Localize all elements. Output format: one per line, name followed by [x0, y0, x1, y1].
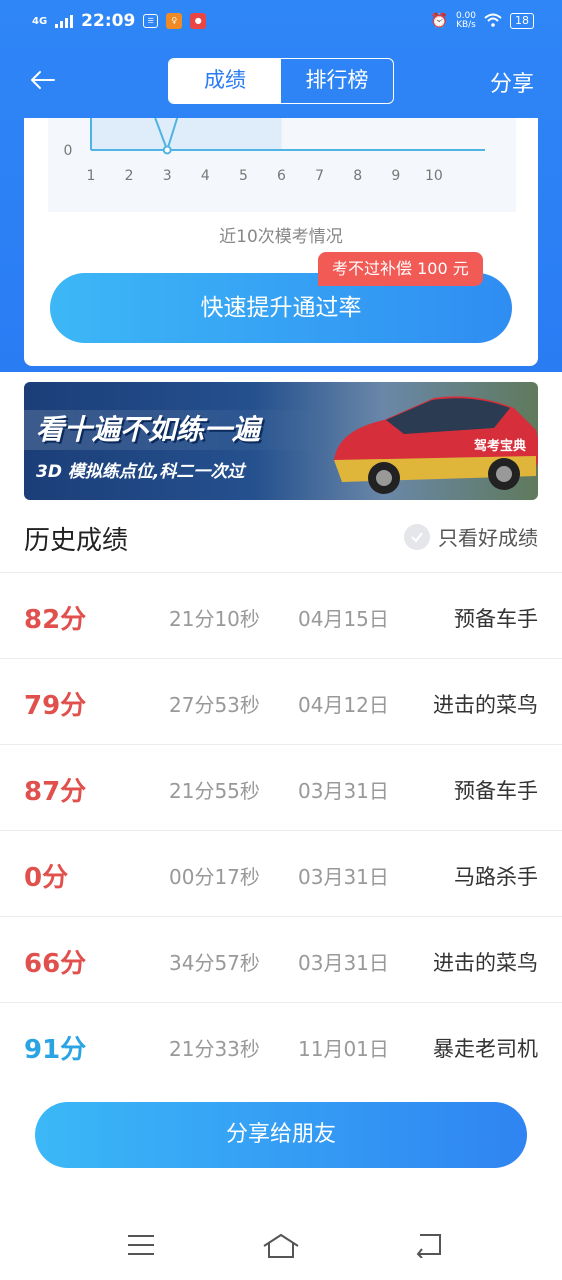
promo-banner[interactable]: 看十遍不如练一遍 3D 模拟练点位,科二一次过 驾考宝典 [24, 382, 538, 500]
chart-xtick-label: 10 [425, 168, 443, 184]
wifi-icon [484, 13, 502, 30]
history-rank-title: 预备车手 [454, 607, 538, 631]
history-date: 04月15日 [298, 607, 389, 631]
chart-ytick-label: 0 [64, 143, 73, 159]
app-notification-icon: ● [190, 13, 207, 29]
tab-leaderboard[interactable]: 排行榜 [281, 59, 393, 103]
history-date: 03月31日 [298, 779, 389, 803]
history-score: 91分 [24, 1035, 87, 1065]
chart-xtick-label: 7 [315, 168, 324, 184]
car-door-text: 驾考宝典 [474, 438, 526, 454]
history-duration: 00分17秒 [169, 865, 260, 889]
score-chart: 01 2 3 4 5 6 7 8 9 10 [48, 118, 516, 212]
history-score: 87分 [24, 777, 87, 807]
chart-xtick-label: 1 [87, 168, 96, 184]
history-rank-title: 进击的菜鸟 [433, 693, 538, 717]
home-icon[interactable] [262, 1232, 300, 1260]
tab-score[interactable]: 成绩 [169, 59, 281, 103]
network-speed-unit: KB/s [456, 20, 476, 30]
history-rank-title: 暴走老司机 [433, 1037, 538, 1061]
good-score-filter[interactable]: 只看好成绩 [404, 522, 538, 551]
good-score-filter-label: 只看好成绩 [438, 526, 538, 550]
banner-headline: 看十遍不如练一遍 [36, 413, 261, 446]
history-row[interactable]: 91分 21分33秒 11月01日 暴走老司机 [0, 1002, 562, 1088]
status-time: 22:09 [81, 11, 136, 31]
alarm-icon: ⏰ [430, 13, 448, 29]
history-rank-title: 预备车手 [454, 779, 538, 803]
history-row[interactable]: 82分 21分10秒 04月15日 预备车手 [0, 572, 562, 658]
signal-icon [55, 14, 74, 28]
history-duration: 27分53秒 [169, 693, 260, 717]
chart-xtick-label: 4 [201, 168, 210, 184]
back-arrow-icon[interactable] [28, 64, 60, 96]
history-duration: 21分10秒 [169, 607, 260, 631]
history-row[interactable]: 0分 00分17秒 03月31日 马路杀手 [0, 830, 562, 916]
back-nav-icon[interactable] [414, 1232, 444, 1258]
car-illustration: 驾考宝典 [334, 396, 538, 494]
chart-shaded-area [91, 118, 282, 150]
nav-bar: 成绩 排行榜 分享 [0, 56, 562, 106]
status-bar: 4G 22:09 ☰ ♀ ● ⏰ 0.00 KB/s 18 [0, 0, 562, 44]
chart-xtick-label: 6 [277, 168, 286, 184]
score-card: 0 1 2 3 4 5 6 7 8 9 10 近10次模考情况 快速提升通过率 考不过补偿 100 … [24, 118, 538, 366]
history-date: 11月01日 [298, 1037, 389, 1061]
history-duration: 21分55秒 [169, 779, 260, 803]
history-row[interactable]: 79分 27分53秒 04月12日 进击的菜鸟 [0, 658, 562, 744]
menu-icon[interactable] [126, 1232, 156, 1258]
history-score: 66分 [24, 949, 87, 979]
history-row[interactable]: 87分 21分55秒 03月31日 预备车手 [0, 744, 562, 830]
share-link[interactable]: 分享 [490, 66, 534, 98]
chart-xtick-label: 8 [353, 168, 362, 184]
network-type: 4G [32, 15, 48, 27]
chart-xtick-label: 9 [391, 168, 400, 184]
history-date: 04月12日 [298, 693, 389, 717]
app-notification-icon: ♀ [166, 13, 183, 29]
history-row[interactable]: 66分 34分57秒 03月31日 进击的菜鸟 [0, 916, 562, 1002]
history-list: 82分 21分10秒 04月15日 预备车手 79分 27分53秒 04月12日 进击的菜鸟 8… [0, 572, 562, 1088]
network-speed: 0.00 KB/s [456, 12, 476, 30]
system-nav-bar [0, 1212, 562, 1280]
history-score: 0分 [24, 863, 69, 893]
history-date: 03月31日 [298, 951, 389, 975]
history-title: 历史成绩 [24, 526, 129, 556]
history-rank-title: 马路杀手 [454, 865, 538, 889]
history-duration: 34分57秒 [169, 951, 260, 975]
history-score: 82分 [24, 605, 87, 635]
history-score: 79分 [24, 691, 87, 721]
banner-subline: 3D 模拟练点位,科二一次过 [36, 462, 245, 482]
history-rank-title: 进击的菜鸟 [433, 951, 538, 975]
chart-caption: 近10次模考情况 [219, 227, 343, 247]
compensation-badge: 考不过补偿 100 元 [318, 252, 483, 286]
history-date: 03月31日 [298, 865, 389, 889]
chart-xtick-label: 2 [125, 168, 134, 184]
app-notification-icon: ☰ [143, 14, 159, 28]
check-icon[interactable] [404, 523, 430, 550]
share-to-friends-button[interactable]: 分享给朋友 [35, 1102, 527, 1168]
chart-xtick-label: 3 [163, 168, 172, 184]
segment-control: 成绩 排行榜 [168, 58, 394, 104]
chart-xtick-label: 5 [239, 168, 248, 184]
history-duration: 21分33秒 [169, 1037, 260, 1061]
battery-icon: 18 [510, 13, 534, 29]
chart-point [162, 145, 172, 155]
